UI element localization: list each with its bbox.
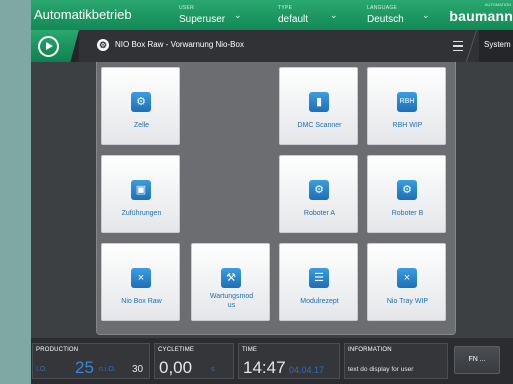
brand-logo: baumann — [449, 8, 513, 24]
tile-label: Modulrezept — [300, 298, 339, 305]
tile-rbh-wip[interactable]: RBH RBH WIP — [367, 67, 446, 145]
tile-roboter-b[interactable]: ⚙ Roboter B — [367, 155, 446, 233]
cycletime-unit: s — [211, 366, 215, 373]
tile-label-line: us — [227, 302, 236, 309]
chevron-down-icon: ⌄ — [234, 10, 242, 20]
type-selector[interactable]: TYPE default ⌄ — [278, 2, 356, 28]
type-label: TYPE — [278, 5, 293, 11]
scanner-icon: ▮ — [309, 92, 329, 112]
tile-label: RBH WIP — [392, 122, 423, 129]
nio-count: 30 — [132, 364, 144, 375]
tile-wartungsmodus[interactable]: ⚒ Wartungsmod us — [191, 243, 270, 321]
time-box: TIME 14:47 04.04.17 — [238, 343, 340, 379]
time-label: TIME — [242, 347, 258, 353]
cycletime-value: 0,00 — [159, 358, 193, 377]
user-value: Superuser — [179, 14, 226, 25]
play-icon[interactable] — [38, 36, 59, 57]
production-label: PRODUCTION — [36, 347, 79, 353]
clipboard-icon: ☰ — [309, 268, 329, 288]
language-label: LANGUAGE — [367, 5, 398, 11]
tile-label: Nio Box Raw — [121, 298, 162, 305]
brand-tagline: AUTOMATION — [484, 2, 511, 7]
box-icon: ▣ — [131, 180, 151, 200]
language-selector[interactable]: LANGUAGE Deutsch ⌄ — [367, 2, 445, 28]
cycletime-label: CYCLETIME — [158, 347, 195, 353]
date: 04.04.17 — [289, 365, 325, 375]
play-tab — [31, 30, 79, 62]
fn-button[interactable]: FN ... — [454, 346, 500, 374]
language-value: Deutsch — [367, 14, 404, 25]
tile-label: Nio Tray WIP — [386, 298, 429, 305]
user-selector[interactable]: USER Superuser ⌄ — [179, 2, 257, 28]
tile-modulrezept[interactable]: ☰ Modulrezept — [279, 243, 358, 321]
function-panel: ⚙ Zelle ▮ DMC Scanner RBH RBH WIP ▣ Zufü… — [96, 62, 456, 335]
tile-label: Roboter A — [303, 210, 336, 217]
user-label: USER — [179, 5, 195, 11]
wrench-icon: ⚙ — [97, 39, 109, 51]
mode-title: Automatikbetrieb — [34, 7, 132, 22]
tile-zufuehrungen[interactable]: ▣ Zuführungen — [101, 155, 180, 233]
tray-icon: × — [131, 268, 151, 288]
app-window: Automatikbetrieb USER Superuser ⌄ TYPE d… — [31, 0, 513, 384]
clock: 14:47 — [243, 358, 286, 377]
tile-label: DMC Scanner — [297, 122, 342, 129]
production-box: PRODUCTION I.O. 25 n.i.O. 30 — [32, 343, 150, 379]
tile-dmc-scanner[interactable]: ▮ DMC Scanner — [279, 67, 358, 145]
system-menu[interactable]: System — [484, 40, 511, 49]
tile-label: Zuführungen — [121, 210, 162, 217]
breadcrumb-text: NIO Box Raw - Vorwarnung Nio-Box — [115, 40, 244, 49]
tile-zelle[interactable]: ⚙ Zelle — [101, 67, 180, 145]
tray-icon: × — [397, 268, 417, 288]
tile-label: Zelle — [133, 122, 150, 129]
robot-icon: ⚙ — [309, 180, 329, 200]
io-count: 25 — [75, 358, 94, 377]
robot-icon: ⚙ — [397, 180, 417, 200]
tile-nio-tray-wip[interactable]: × Nio Tray WIP — [367, 243, 446, 321]
information-text: text do display for user — [348, 366, 414, 373]
nio-label: n.i.O. — [99, 366, 116, 373]
type-value: default — [278, 14, 309, 25]
navigation-bar: ⚙ NIO Box Raw - Vorwarnung Nio-Box Syste… — [31, 30, 513, 62]
chevron-down-icon: ⌄ — [330, 10, 338, 20]
cycletime-box: CYCLETIME 0,00 s — [154, 343, 234, 379]
status-bar: PRODUCTION I.O. 25 n.i.O. 30 CYCLETIME 0… — [31, 338, 513, 384]
breadcrumb: ⚙ NIO Box Raw - Vorwarnung Nio-Box — [79, 30, 479, 62]
tile-label: Wartungsmod us — [192, 292, 271, 310]
wrench-icon: ⚒ — [221, 268, 241, 288]
tile-label-line: Wartungsmod — [209, 293, 254, 300]
information-label: INFORMATION — [348, 347, 392, 353]
menu-icon[interactable] — [453, 41, 463, 51]
chevron-down-icon: ⌄ — [422, 10, 430, 20]
top-bar: Automatikbetrieb USER Superuser ⌄ TYPE d… — [31, 0, 513, 30]
tile-roboter-a[interactable]: ⚙ Roboter A — [279, 155, 358, 233]
tile-label: Roboter B — [391, 210, 424, 217]
information-box: INFORMATION text do display for user — [344, 343, 448, 379]
tile-nio-box-raw[interactable]: × Nio Box Raw — [101, 243, 180, 321]
gears-icon: ⚙ — [131, 92, 151, 112]
io-label: I.O. — [36, 366, 48, 373]
rbh-icon: RBH — [397, 92, 417, 112]
